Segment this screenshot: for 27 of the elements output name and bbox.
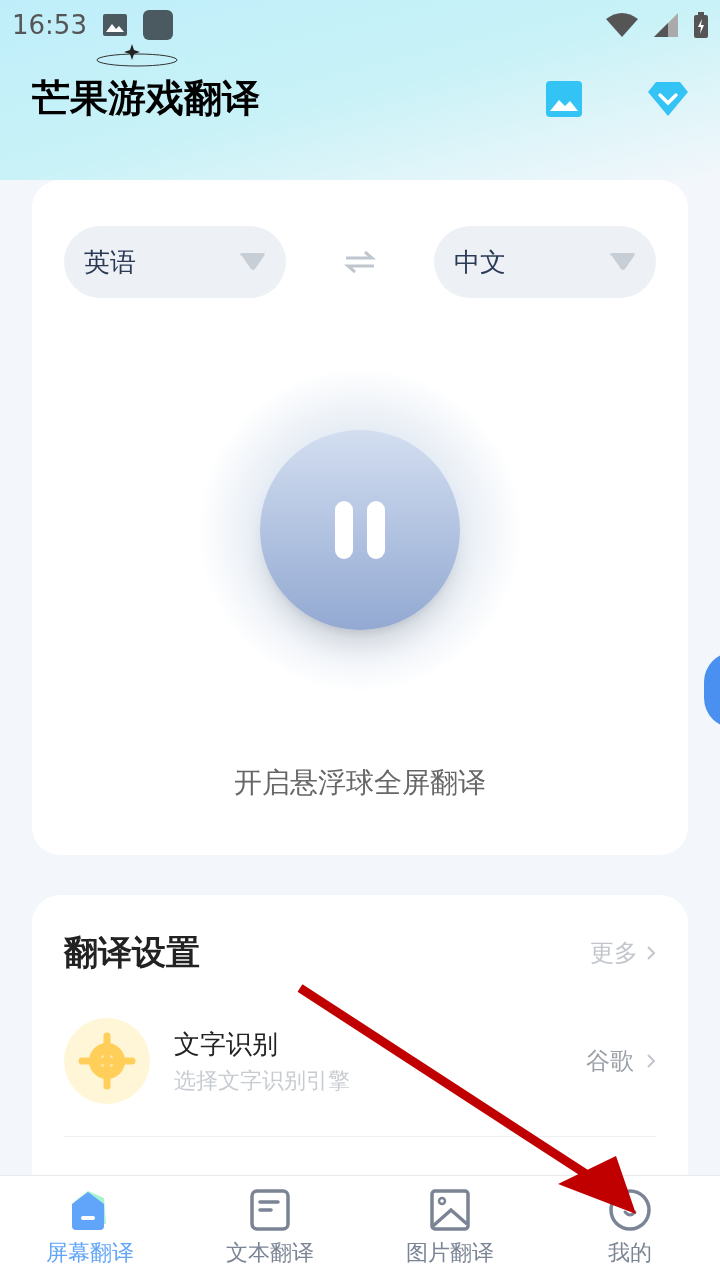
diamond-icon[interactable] bbox=[648, 81, 688, 116]
caret-icon bbox=[240, 253, 266, 271]
chevron-icon bbox=[646, 1053, 656, 1069]
signal-icon bbox=[654, 13, 678, 37]
wifi-icon bbox=[606, 13, 638, 37]
target-language-dropdown[interactable]: 中文 bbox=[434, 226, 656, 298]
caret-icon bbox=[610, 253, 636, 271]
image-icon bbox=[429, 1187, 471, 1232]
chevron-icon bbox=[646, 944, 656, 961]
nav-tab[interactable]: 屏幕翻译 bbox=[0, 1176, 180, 1280]
swap-icon[interactable] bbox=[344, 250, 376, 274]
status-time: 16:53 bbox=[12, 8, 87, 42]
source-language-dropdown[interactable]: 英语 bbox=[64, 226, 286, 298]
setting-title: 文字识别 bbox=[174, 1028, 279, 1061]
document-icon bbox=[249, 1187, 291, 1232]
app-title: 芒果游戏翻译 bbox=[32, 75, 260, 122]
nav-tab[interactable]: 文本翻译 bbox=[180, 1176, 360, 1280]
image-icon bbox=[102, 14, 127, 36]
nav-tab[interactable]: 图片翻译 bbox=[360, 1176, 540, 1280]
crosshair-icon bbox=[64, 1018, 150, 1104]
setting-value: 谷歌 bbox=[586, 1046, 634, 1077]
image-icon[interactable] bbox=[546, 80, 582, 117]
battery-icon bbox=[694, 12, 708, 38]
pause-icon bbox=[335, 501, 385, 559]
settings-title: 翻译设置 bbox=[64, 931, 200, 974]
toggle-caption: 开启悬浮球全屏翻译 bbox=[234, 765, 486, 801]
app-icon bbox=[142, 10, 173, 40]
